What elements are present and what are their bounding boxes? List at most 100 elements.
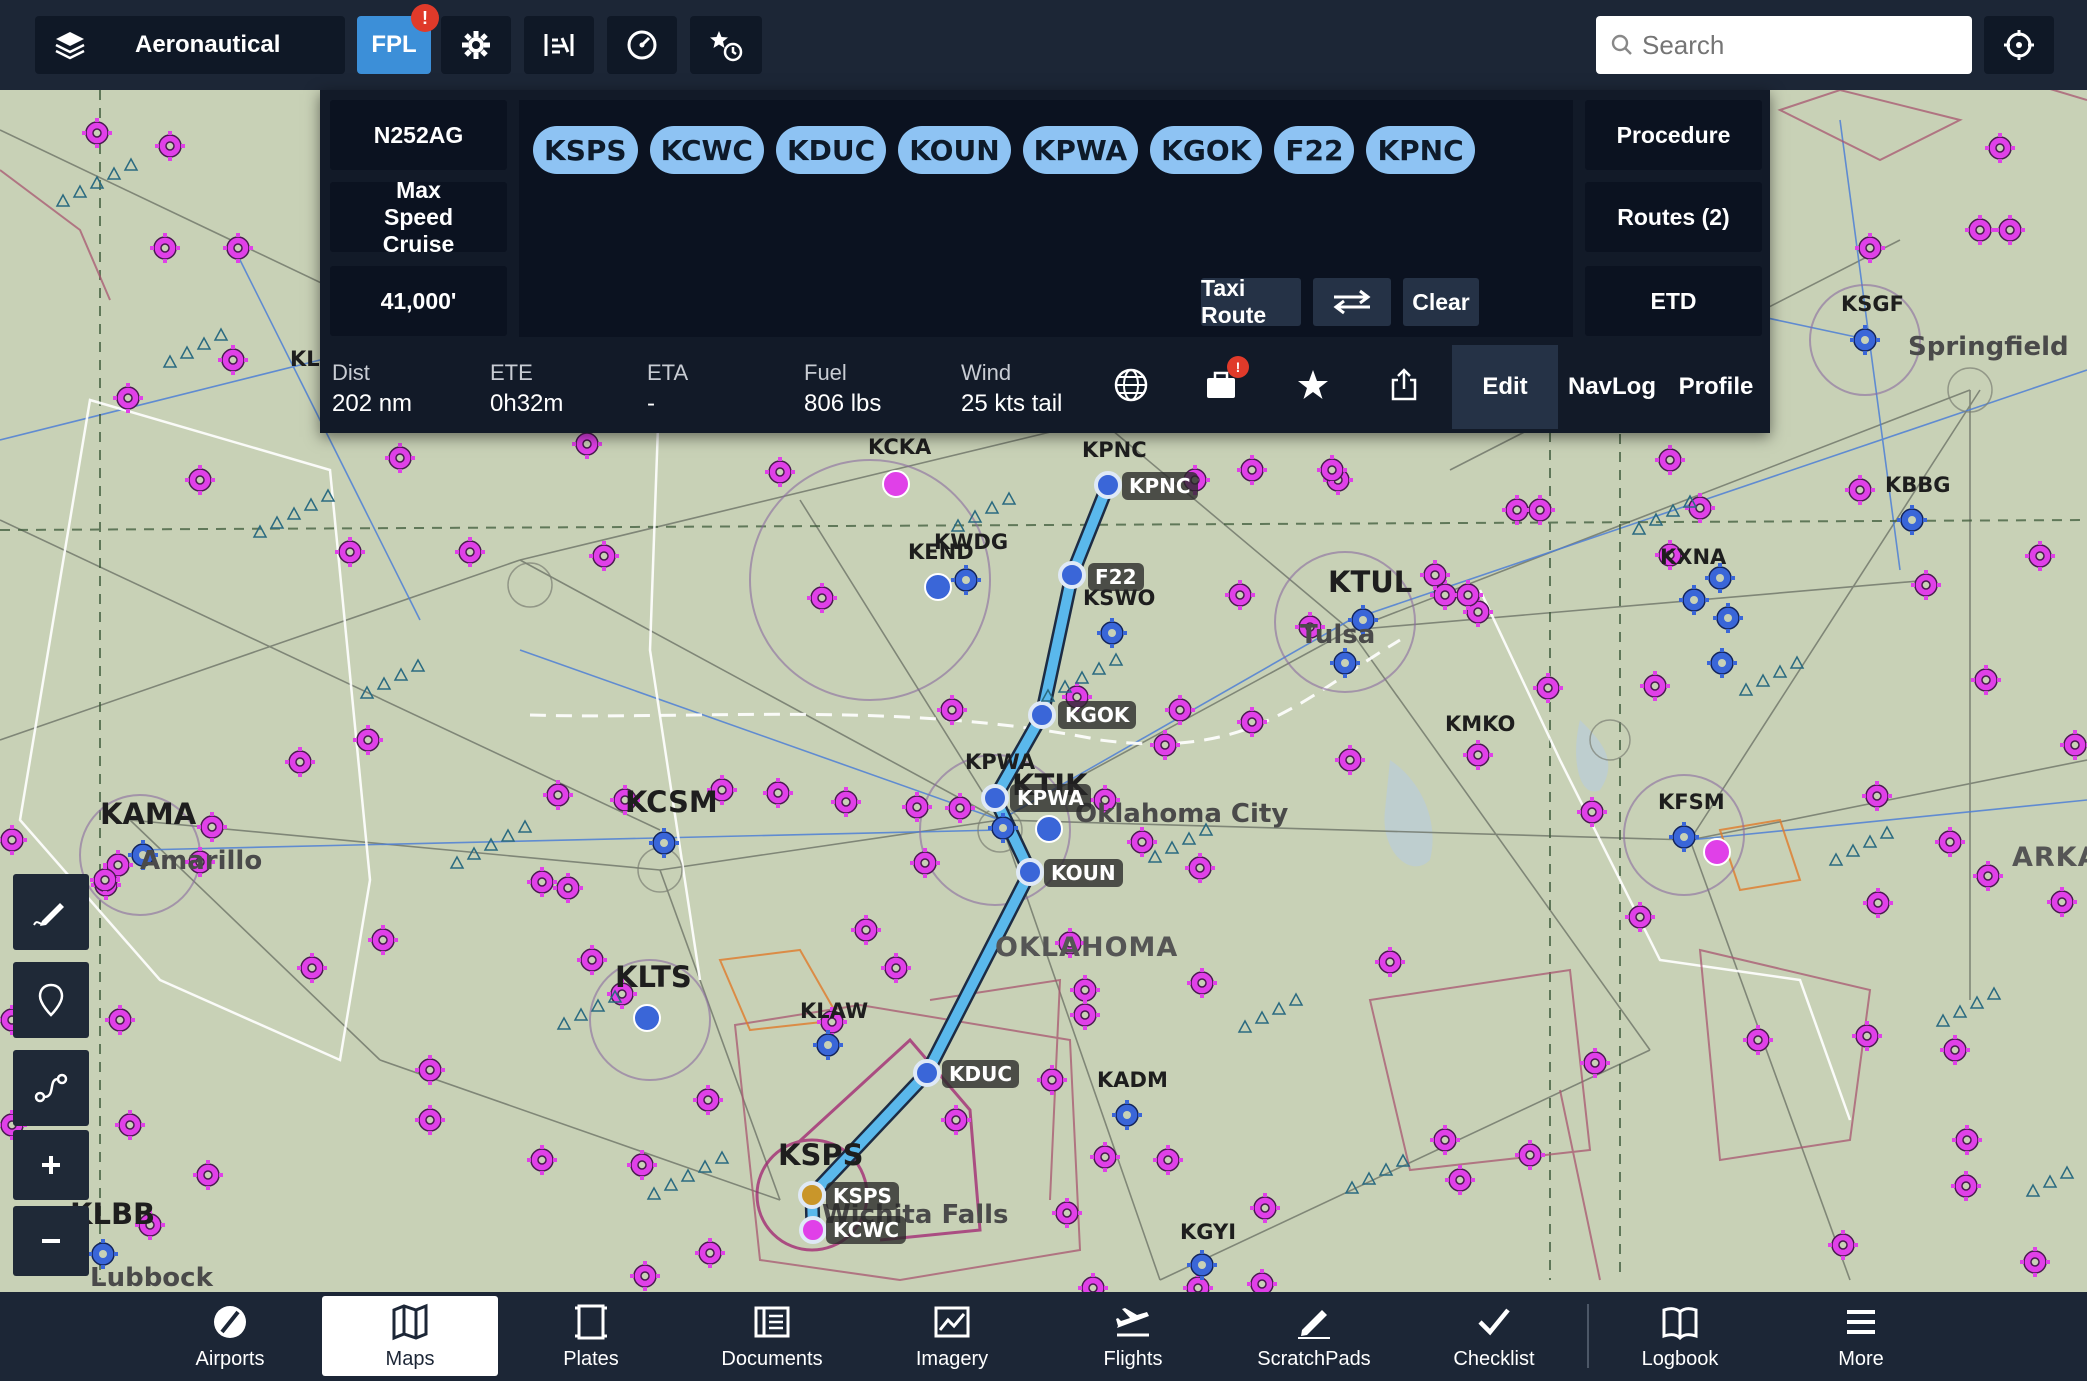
route-waypoint-marker[interactable] <box>1016 858 1044 886</box>
route-waypoint-tag[interactable]: KSPS <box>826 1182 899 1210</box>
map-label-airport[interactable]: KCKA <box>868 435 931 459</box>
layers-button[interactable]: Aeronautical <box>35 16 345 74</box>
route-waypoint-tag[interactable]: F22 <box>1088 563 1144 591</box>
taxi-route-button[interactable]: Taxi Route <box>1201 275 1301 328</box>
share-button[interactable] <box>1379 360 1429 410</box>
route-waypoint-marker[interactable] <box>913 1059 941 1087</box>
route-waypoint-tag[interactable]: KPWA <box>1010 784 1091 812</box>
map-label-airport[interactable]: KBBG <box>1885 473 1951 497</box>
nav-logbook[interactable]: Logbook <box>1592 1296 1768 1376</box>
map-label-airport[interactable]: KEND <box>908 540 974 564</box>
nav-more[interactable]: More <box>1773 1296 1949 1376</box>
stat-value: 202 nm <box>332 390 413 417</box>
fpl-button[interactable]: FPL ! <box>357 4 439 74</box>
zoom-out-icon <box>30 1220 72 1262</box>
map-label-airport[interactable]: KSGF <box>1841 292 1904 316</box>
drop-pin-button[interactable] <box>13 962 89 1038</box>
recents-button[interactable] <box>690 16 762 74</box>
nav-documents[interactable]: Documents <box>684 1296 860 1376</box>
route-waypoint-tag[interactable]: KCWC <box>826 1216 907 1244</box>
waypoint-chip[interactable]: KGOK <box>1150 126 1263 174</box>
route-waypoint-tag[interactable]: KDUC <box>942 1060 1020 1088</box>
tab-edit[interactable]: Edit <box>1452 345 1558 429</box>
briefing-button[interactable]: ! <box>1197 356 1249 410</box>
nav-flights[interactable]: Flights <box>1045 1296 1221 1376</box>
map-label-airport[interactable]: KGYI <box>1180 1220 1236 1244</box>
stat-value: 0h32m <box>490 390 564 417</box>
aircraft-selector[interactable]: N252AG <box>330 100 507 170</box>
tab-profile[interactable]: Profile <box>1666 345 1766 429</box>
zoom-out-button[interactable] <box>13 1206 89 1276</box>
settings-button[interactable] <box>441 16 511 74</box>
search-field[interactable] <box>1596 16 1972 74</box>
favorite-button[interactable] <box>1288 360 1338 410</box>
map-label-airport[interactable]: KADM <box>1097 1068 1168 1092</box>
route-waypoint-marker[interactable] <box>981 784 1009 812</box>
routes-button[interactable]: Routes (2) <box>1585 182 1762 252</box>
route-waypoint-tag[interactable]: KPNC <box>1122 472 1198 500</box>
nav-label: Imagery <box>915 1348 989 1370</box>
search-input[interactable] <box>1642 29 1962 61</box>
military-airport-marker[interactable] <box>882 470 910 498</box>
nav-label: More <box>1838 1348 1884 1370</box>
waypoint-chip[interactable]: F22 <box>1274 126 1355 174</box>
etd-button[interactable]: ETD <box>1585 266 1762 336</box>
performance-profile-selector[interactable]: Max Speed Cruise <box>330 177 507 257</box>
nav-scratchpads[interactable]: ScratchPads <box>1226 1296 1402 1376</box>
nav-checklist[interactable]: Checklist <box>1406 1296 1582 1376</box>
nav-imagery[interactable]: Imagery <box>864 1296 1040 1376</box>
nav-maps[interactable]: Maps <box>322 1296 498 1376</box>
globe-button[interactable] <box>1106 360 1156 410</box>
route-waypoint-marker[interactable] <box>1028 701 1056 729</box>
nav-label: Maps <box>385 1348 435 1370</box>
route-waypoint-marker[interactable] <box>1094 471 1122 499</box>
waypoint-chip[interactable]: KPWA <box>1022 126 1139 174</box>
procedure-button[interactable]: Procedure <box>1585 100 1762 170</box>
map-label-airport[interactable]: KLTS <box>615 960 692 994</box>
stat-label: Fuel <box>804 360 847 385</box>
route-waypoint-marker[interactable] <box>1058 561 1086 589</box>
nav-separator <box>1587 1304 1589 1368</box>
route-editor[interactable]: KSPS KCWC KDUC KOUN KPWA KGOK F22 KPNC T… <box>519 100 1573 337</box>
gauge-button[interactable] <box>607 16 677 74</box>
military-airport-marker[interactable] <box>633 1004 661 1032</box>
fpl-label: FPL <box>371 31 417 58</box>
zoom-in-button[interactable] <box>13 1130 89 1200</box>
map-label-airport[interactable]: KPNC <box>1082 438 1147 462</box>
airports-icon <box>210 1302 250 1342</box>
star-icon <box>1294 366 1332 404</box>
nav-airports[interactable]: Airports <box>142 1296 318 1376</box>
route-tool-button[interactable] <box>13 1050 89 1126</box>
center-location-button[interactable] <box>1984 16 2054 74</box>
military-airport-marker[interactable] <box>1035 815 1063 843</box>
clear-route-button[interactable]: Clear <box>1403 278 1479 326</box>
map-label-airport[interactable]: KMKO <box>1445 712 1515 736</box>
map-label-airport[interactable]: KTUL <box>1328 565 1412 599</box>
map-label-airport[interactable]: KAMA <box>100 797 196 831</box>
altitude-selector[interactable]: 41,000' <box>330 266 507 336</box>
military-airport-marker[interactable] <box>924 573 952 601</box>
waypoint-chip[interactable]: KCWC <box>649 126 764 174</box>
map-label-airport[interactable]: KFSM <box>1658 790 1725 814</box>
tab-navlog[interactable]: NavLog <box>1560 345 1664 429</box>
route-waypoint-tag[interactable]: KGOK <box>1058 701 1137 729</box>
stat-value: 25 kts tail <box>961 390 1063 417</box>
map-label-airport[interactable]: KL <box>290 347 320 371</box>
nav-plates[interactable]: Plates <box>503 1296 679 1376</box>
route-waypoint-tag[interactable]: KOUN <box>1044 859 1123 887</box>
map-label-airport[interactable]: KSPS <box>778 1138 864 1172</box>
map-label-airport[interactable]: KLAW <box>800 999 868 1023</box>
instruments-button[interactable] <box>524 16 594 74</box>
waypoint-chip[interactable]: KOUN <box>898 126 1011 174</box>
map-label-airport[interactable]: KPWA <box>965 750 1035 774</box>
draw-button[interactable] <box>13 874 89 950</box>
reverse-route-button[interactable] <box>1313 278 1391 326</box>
route-waypoint-marker[interactable] <box>798 1181 826 1209</box>
waypoint-chip[interactable]: KSPS <box>533 126 638 174</box>
military-airport-marker[interactable] <box>1703 838 1731 866</box>
map-label-airport[interactable]: KXNA <box>1660 545 1726 569</box>
map-label-city: Amarillo <box>140 846 263 876</box>
waypoint-chip[interactable]: KDUC <box>775 126 887 174</box>
map-label-airport[interactable]: KCSM <box>625 785 718 819</box>
waypoint-chip[interactable]: KPNC <box>1366 126 1475 174</box>
